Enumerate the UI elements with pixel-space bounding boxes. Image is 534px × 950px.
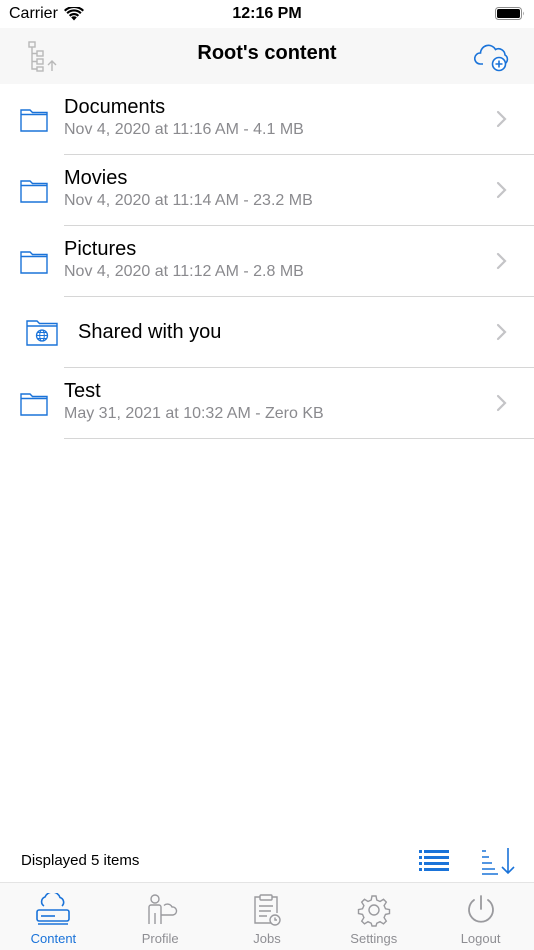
item-meta: Nov 4, 2020 at 11:12 AM - 2.8 MB [64, 263, 304, 280]
navigation-bar: Root's content [0, 28, 534, 84]
file-list: Documents Nov 4, 2020 at 11:16 AM - 4.1 … [0, 84, 534, 439]
page-title: Root's content [197, 42, 337, 64]
item-name: Pictures [64, 238, 137, 260]
item-count: Displayed 5 items [21, 852, 140, 869]
item-meta: Nov 4, 2020 at 11:16 AM - 4.1 MB [64, 121, 304, 138]
power-icon [467, 895, 494, 923]
list-item-test[interactable]: Test May 31, 2021 at 10:32 AM - Zero KB [0, 368, 534, 439]
chevron-right-icon [496, 252, 507, 270]
tab-settings[interactable]: Settings [320, 883, 427, 950]
tab-content[interactable]: Content [0, 883, 107, 950]
battery-icon [495, 7, 524, 20]
folder-icon [20, 251, 48, 274]
item-name: Test [64, 380, 101, 402]
list-view-icon[interactable] [418, 848, 450, 874]
chevron-right-icon [496, 110, 507, 128]
chevron-right-icon [496, 394, 507, 412]
tab-label: Profile [141, 931, 179, 946]
tab-logout[interactable]: Logout [427, 883, 534, 950]
tab-label: Jobs [253, 931, 281, 946]
list-item-documents[interactable]: Documents Nov 4, 2020 at 11:16 AM - 4.1 … [0, 84, 534, 155]
chevron-right-icon [496, 181, 507, 199]
tab-jobs[interactable]: Jobs [214, 883, 321, 950]
item-name: Documents [64, 96, 166, 118]
item-name: Shared with you [78, 321, 222, 343]
tab-label: Content [30, 931, 77, 946]
item-meta: Nov 4, 2020 at 11:14 AM - 23.2 MB [64, 192, 313, 209]
item-meta: May 31, 2021 at 10:32 AM - Zero KB [64, 405, 324, 422]
sort-icon[interactable] [480, 846, 516, 876]
list-item-movies[interactable]: Movies Nov 4, 2020 at 11:14 AM - 23.2 MB [0, 155, 534, 226]
tab-profile[interactable]: Profile [107, 883, 214, 950]
server-cloud-icon [36, 893, 71, 925]
item-name: Movies [64, 167, 128, 189]
tab-label: Logout [460, 931, 501, 946]
list-item-shared-with-you[interactable]: Shared with you [0, 297, 534, 368]
folder-icon [20, 180, 48, 203]
tab-bar: Content Profile Jobs Settings Logout [0, 882, 534, 950]
profile-icon [148, 894, 178, 924]
list-item-pictures[interactable]: Pictures Nov 4, 2020 at 11:12 AM - 2.8 M… [0, 226, 534, 297]
list-footer: Displayed 5 items [0, 840, 534, 882]
row-divider [64, 438, 534, 439]
status-bar: Carrier 12:16 PM [0, 0, 534, 28]
cloud-add-icon[interactable] [474, 40, 510, 72]
shared-folder-icon [26, 320, 58, 346]
gear-icon [357, 895, 390, 927]
clipboard-clock-icon [254, 894, 281, 926]
folder-icon [20, 109, 48, 132]
tab-label: Settings [350, 931, 398, 946]
folder-icon [20, 393, 48, 416]
chevron-right-icon [496, 323, 507, 341]
status-time: 12:16 PM [232, 5, 302, 22]
